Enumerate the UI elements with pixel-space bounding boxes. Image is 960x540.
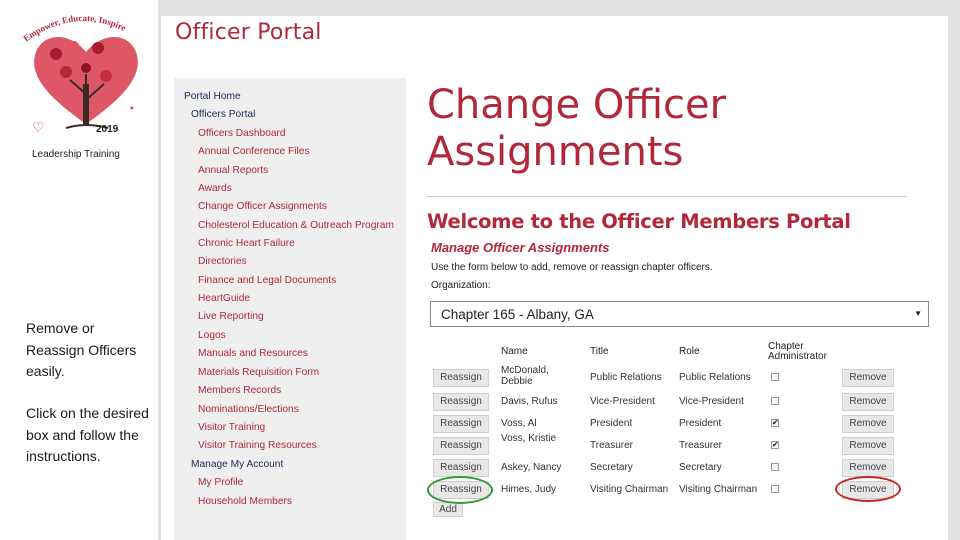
sidebar-link-finance-legal[interactable]: Finance and Legal Documents xyxy=(184,272,396,290)
officer-title: Secretary xyxy=(590,462,633,473)
instructions-text: Use the form below to add, remove or rea… xyxy=(431,262,713,273)
officer-title: President xyxy=(590,418,633,429)
logo-subtitle: Leadership Training xyxy=(32,149,120,160)
svg-text:♡: ♡ xyxy=(32,119,45,135)
remove-button[interactable]: Remove xyxy=(842,437,894,455)
sidebar-link-change-officer-assignments[interactable]: Change Officer Assignments xyxy=(184,198,396,216)
officer-name: McDonald, Debbie xyxy=(501,365,549,387)
organization-label: Organization: xyxy=(431,280,491,291)
sidebar-link-awards[interactable]: Awards xyxy=(184,180,396,198)
officer-title: Treasurer xyxy=(590,440,633,451)
sidebar-link-materials-requisition[interactable]: Materials Requisition Form xyxy=(184,364,396,382)
sidebar-link-household-members[interactable]: Household Members xyxy=(184,493,396,511)
sidebar-link-manuals-resources[interactable]: Manuals and Resources xyxy=(184,345,396,363)
sidebar-item-portal-home[interactable]: Portal Home xyxy=(184,88,396,106)
reassign-button[interactable]: Reassign xyxy=(433,415,489,433)
note-remove-reassign: Remove or Reassign Officers easily. xyxy=(26,320,137,379)
chapter-admin-checkbox[interactable] xyxy=(771,397,779,405)
column-header-role: Role xyxy=(679,346,700,357)
leadership-logo: Empower, Educate, Inspire ♡ ♥ 2019 Leade… xyxy=(18,6,148,166)
portal-title: Officer Portal xyxy=(175,20,322,45)
sidebar-link-visitor-training[interactable]: Visitor Training xyxy=(184,419,396,437)
sidebar-link-heartguide[interactable]: HeartGuide xyxy=(184,290,396,308)
officer-role: Vice-President xyxy=(679,396,744,407)
sidebar-link-my-profile[interactable]: My Profile xyxy=(184,474,396,492)
page-title: Change Officer Assignments xyxy=(427,82,727,175)
note-click-instructions: Click on the desired box and follow the … xyxy=(26,405,149,464)
welcome-heading: Welcome to the Officer Members Portal xyxy=(427,210,851,233)
organization-select[interactable]: Chapter 165 - Albany, GA ▼ xyxy=(430,301,929,327)
portal-sidebar: Portal Home Officers Portal Officers Das… xyxy=(174,78,406,540)
sidebar-link-officers-dashboard[interactable]: Officers Dashboard xyxy=(184,125,396,143)
highlight-remove-ring xyxy=(835,476,901,502)
column-header-title: Title xyxy=(590,346,609,357)
left-panel: Empower, Educate, Inspire ♡ ♥ 2019 Leade… xyxy=(0,0,158,540)
officer-name: Himes, Judy xyxy=(501,484,557,495)
logo-year: 2019 xyxy=(96,124,119,135)
officer-name: Davis, Rufus xyxy=(501,396,558,407)
organization-select-value: Chapter 165 - Albany, GA xyxy=(441,307,594,322)
officer-name: Askey, Nancy xyxy=(501,462,562,473)
chapter-admin-checkbox[interactable] xyxy=(771,485,779,493)
sidebar-link-live-reporting[interactable]: Live Reporting xyxy=(184,308,396,326)
svg-text:♥: ♥ xyxy=(130,106,134,112)
highlight-reassign-ring xyxy=(427,476,493,504)
officer-title: Visiting Chairman xyxy=(590,484,669,495)
officer-name: Voss, Kristie xyxy=(501,433,557,444)
reassign-button[interactable]: Reassign xyxy=(433,437,489,455)
column-header-name: Name xyxy=(501,346,528,357)
column-header-chapter-admin: Chapter Administrator xyxy=(768,341,827,362)
sidebar-link-annual-reports[interactable]: Annual Reports xyxy=(184,162,396,180)
officer-title: Vice-President xyxy=(590,396,655,407)
divider xyxy=(427,196,907,197)
officer-role: Visiting Chairman xyxy=(679,484,758,495)
chapter-admin-checkbox[interactable] xyxy=(771,373,779,381)
officer-role: Treasurer xyxy=(679,440,722,451)
reassign-button[interactable]: Reassign xyxy=(433,459,489,477)
remove-button[interactable]: Remove xyxy=(842,459,894,477)
sidebar-link-annual-conference-files[interactable]: Annual Conference Files xyxy=(184,143,396,161)
sidebar-item-manage-account[interactable]: Manage My Account xyxy=(184,456,396,474)
officer-name: Voss, Al xyxy=(501,418,537,429)
officer-role: President xyxy=(679,418,722,429)
chapter-admin-checkbox-checked[interactable]: ✔ xyxy=(771,441,779,449)
reassign-button[interactable]: Reassign xyxy=(433,369,489,387)
chapter-admin-checkbox-checked[interactable]: ✔ xyxy=(771,419,779,427)
sidebar-link-members-records[interactable]: Members Records xyxy=(184,382,396,400)
sidebar-link-cholesterol-education[interactable]: Cholesterol Education & Outreach Program xyxy=(184,217,396,235)
remove-button[interactable]: Remove xyxy=(842,393,894,411)
sidebar-item-officers-portal[interactable]: Officers Portal xyxy=(184,106,396,124)
remove-button[interactable]: Remove xyxy=(842,369,894,387)
reassign-button[interactable]: Reassign xyxy=(433,393,489,411)
chapter-admin-checkbox[interactable] xyxy=(771,463,779,471)
main-content: Change Officer Assignments Welcome to th… xyxy=(425,16,935,540)
section-heading: Manage Officer Assignments xyxy=(431,240,610,255)
sidebar-link-nominations-elections[interactable]: Nominations/Elections xyxy=(184,401,396,419)
sidebar-link-visitor-training-resources[interactable]: Visitor Training Resources xyxy=(184,437,396,455)
sidebar-link-chronic-heart-failure[interactable]: Chronic Heart Failure xyxy=(184,235,396,253)
slide: Empower, Educate, Inspire ♡ ♥ 2019 Leade… xyxy=(0,0,960,540)
sidebar-link-logos[interactable]: Logos xyxy=(184,327,396,345)
chevron-down-icon: ▼ xyxy=(914,309,922,318)
officer-role: Public Relations xyxy=(679,372,751,383)
remove-button[interactable]: Remove xyxy=(842,415,894,433)
add-button[interactable]: Add xyxy=(433,502,463,517)
heart-tree-icon: ♡ ♥ xyxy=(32,37,138,135)
officer-role: Secretary xyxy=(679,462,722,473)
portal-screenshot: Officer Portal Portal Home Officers Port… xyxy=(161,16,948,540)
officer-title: Public Relations xyxy=(590,372,662,383)
sidebar-link-directories[interactable]: Directories xyxy=(184,253,396,271)
